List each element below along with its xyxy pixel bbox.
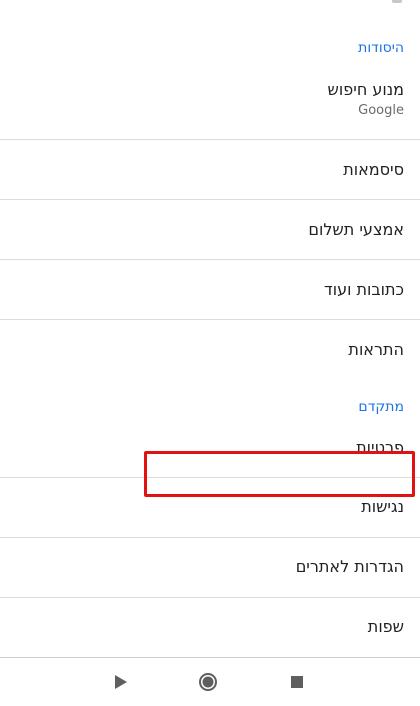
back-triangle-icon xyxy=(115,675,127,689)
recents-square-icon xyxy=(291,676,303,688)
settings-item-privacy[interactable]: פרטיות xyxy=(0,438,420,457)
home-button[interactable] xyxy=(184,658,232,706)
back-button[interactable] xyxy=(97,658,145,706)
divider xyxy=(0,259,420,260)
passwords-label: סיסמאות xyxy=(343,160,404,179)
search-engine-label: מנוע חיפוש xyxy=(327,80,404,99)
divider xyxy=(0,139,420,140)
divider xyxy=(0,319,420,320)
notifications-label: התראות xyxy=(348,340,404,359)
highlight-box xyxy=(144,451,415,497)
section-header-advanced: מתקדם xyxy=(358,399,404,415)
settings-item-passwords[interactable]: סיסמאות xyxy=(0,160,420,179)
settings-item-search-engine[interactable]: מנוע חיפוש Google xyxy=(0,80,420,118)
languages-label: שפות xyxy=(367,617,404,636)
system-navigation-bar xyxy=(0,657,420,706)
settings-item-addresses[interactable]: כתובות ועוד xyxy=(0,280,420,299)
divider xyxy=(0,477,420,478)
search-engine-value: Google xyxy=(358,103,404,118)
accessibility-label: נגישות xyxy=(361,497,404,516)
addresses-label: כתובות ועוד xyxy=(323,280,404,299)
privacy-label: פרטיות xyxy=(356,438,404,457)
divider xyxy=(0,199,420,200)
site-settings-label: הגדרות לאתרים xyxy=(295,557,404,576)
settings-item-notifications[interactable]: התראות xyxy=(0,340,420,359)
settings-item-site-settings[interactable]: הגדרות לאתרים xyxy=(0,557,420,576)
settings-item-languages[interactable]: שפות xyxy=(0,617,420,636)
settings-item-accessibility[interactable]: נגישות xyxy=(0,497,420,516)
section-header-basics: היסודות xyxy=(358,40,404,56)
divider xyxy=(0,537,420,538)
divider xyxy=(0,597,420,598)
settings-item-payment-methods[interactable]: אמצעי תשלום xyxy=(0,220,420,239)
home-circle-icon xyxy=(199,673,217,691)
scroll-remnant xyxy=(392,0,402,3)
payment-methods-label: אמצעי תשלום xyxy=(308,220,404,239)
recents-button[interactable] xyxy=(273,658,321,706)
